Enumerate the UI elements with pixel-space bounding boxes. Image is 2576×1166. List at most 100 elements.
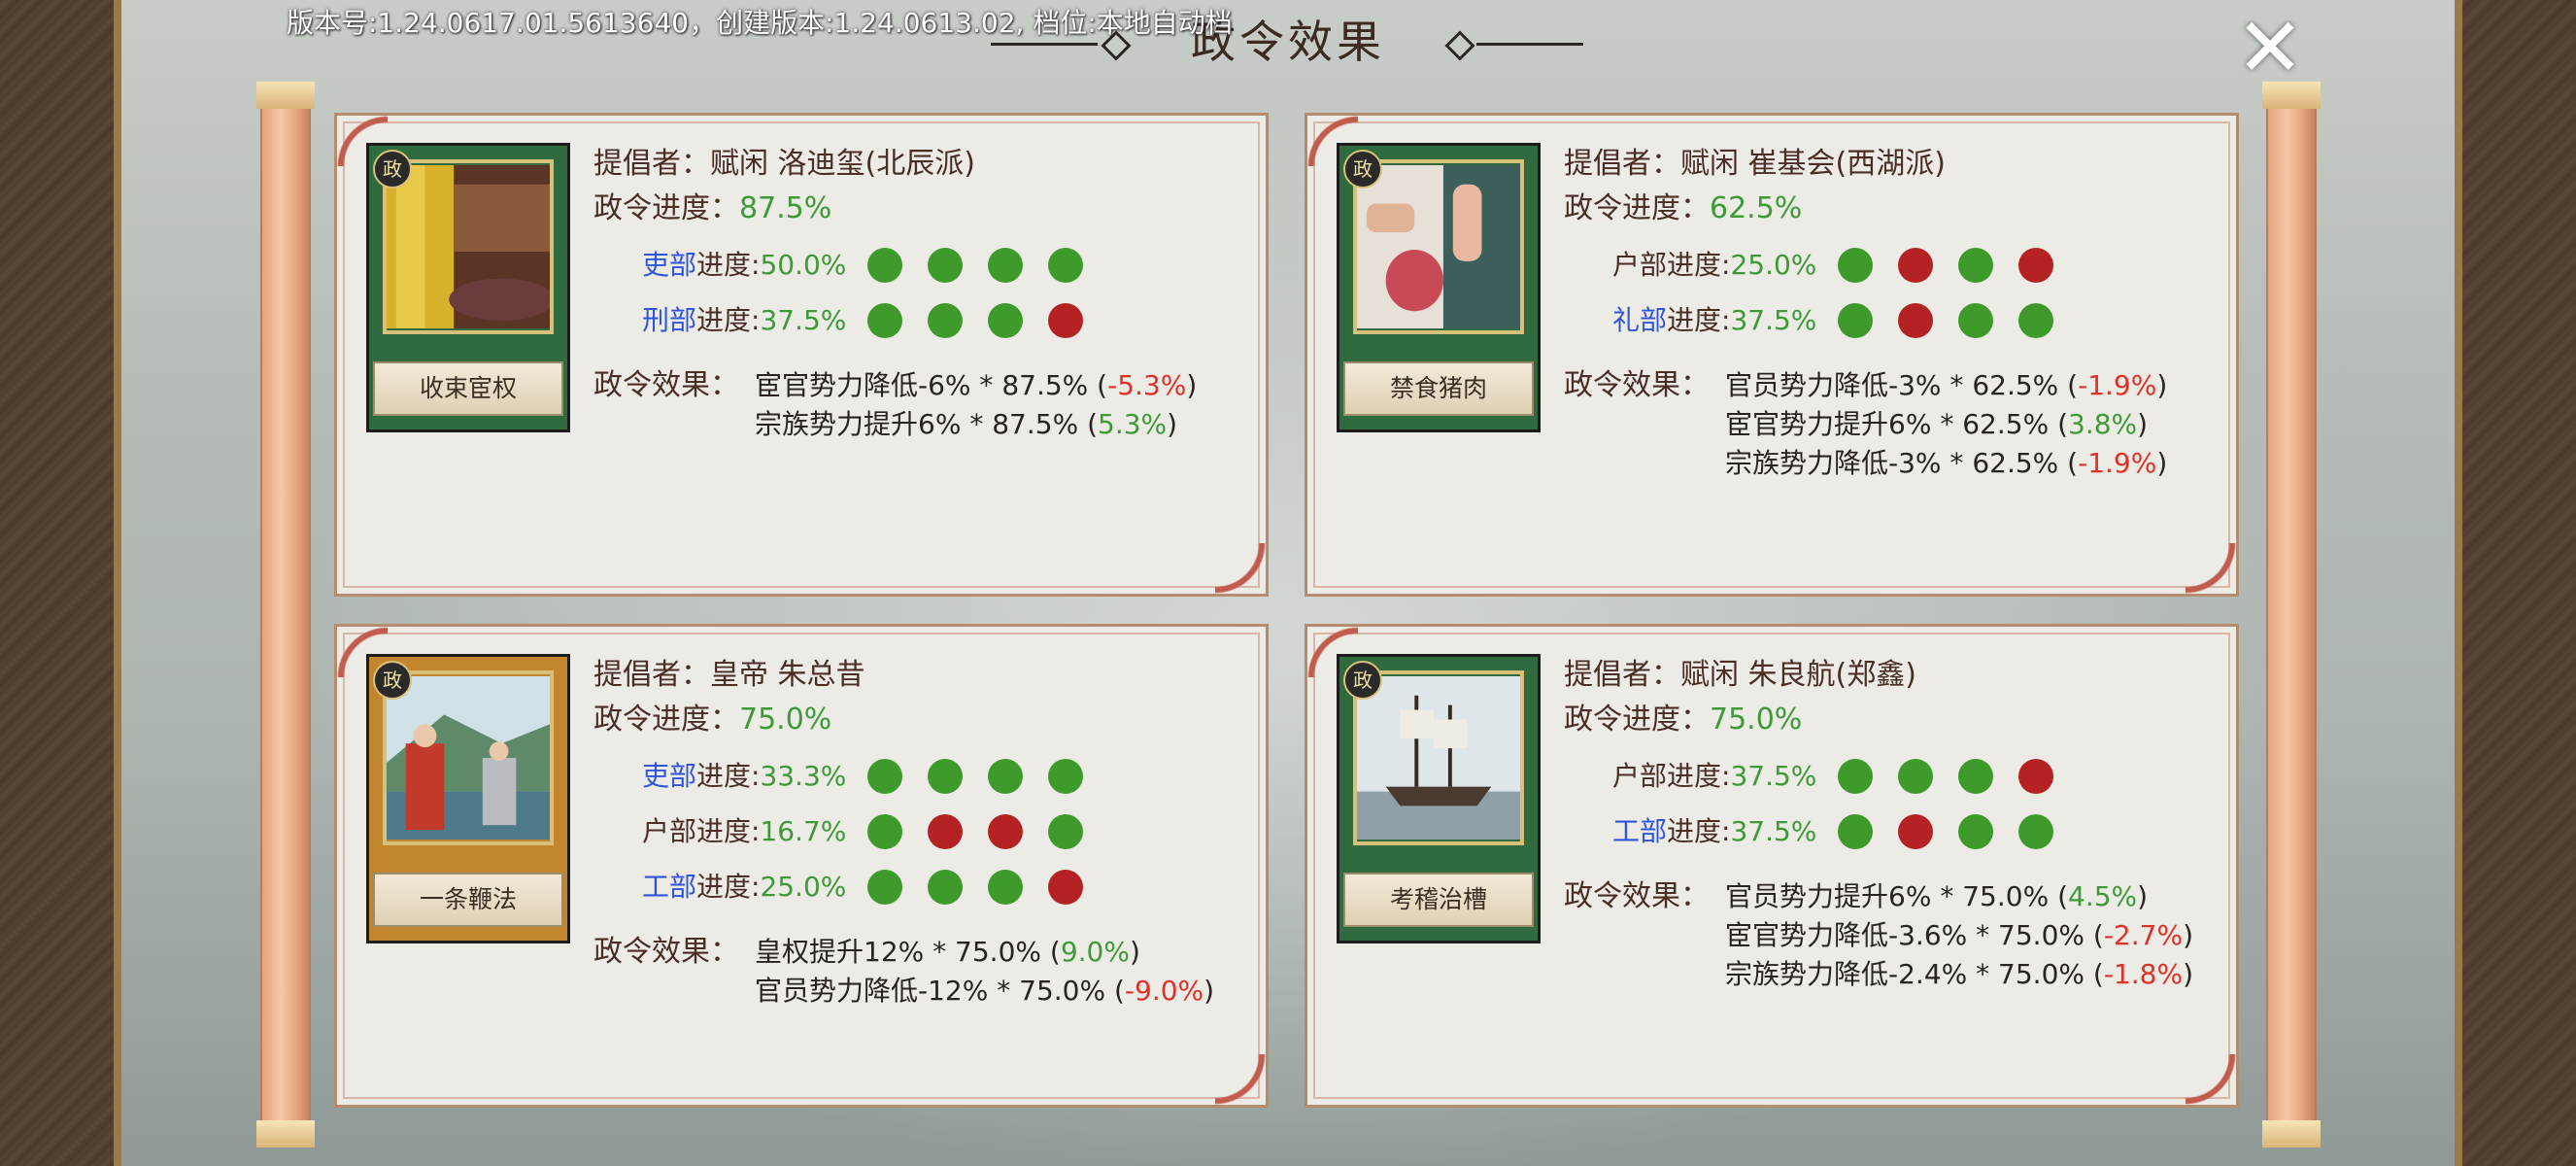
decree-card: 政考稽治槽 提倡者：赋闲 朱良航(郑鑫) 政令进度：75.0% 户部进度:37.5% 工… — [1305, 624, 2239, 1108]
department-name: 工部 — [1612, 815, 1668, 847]
effect-label: 政令效果： — [593, 935, 739, 969]
progress-row: 政令进度：75.0% — [1564, 701, 1802, 739]
oppose-dot-red — [2018, 759, 2053, 794]
close-button[interactable]: ✕ — [2230, 7, 2310, 88]
support-dot-green — [867, 303, 902, 338]
effect-close: ) — [1186, 369, 1198, 401]
proposer-label: 提倡者： — [1564, 147, 1680, 181]
effect-formula: 皇权提升12% * 75.0% ( — [755, 936, 1061, 968]
effect-label: 政令效果： — [1564, 368, 1710, 402]
department-progress-row: 吏部进度:33.3% — [642, 757, 846, 796]
support-dot-green — [2018, 814, 2053, 849]
decree-name: 禁食猪肉 — [1343, 361, 1534, 416]
progress-value: 75.0% — [739, 703, 832, 737]
support-dot-green — [988, 248, 1023, 283]
effect-formula: 官员势力降低-12% * 75.0% ( — [755, 975, 1125, 1007]
department-name: 吏部 — [642, 249, 697, 281]
effect-line: 宗族势力提升6% * 87.5% (5.3%) — [755, 405, 1177, 444]
support-dot-green — [1048, 814, 1083, 849]
progress-value: 87.5% — [739, 191, 832, 225]
support-dot-green — [988, 303, 1023, 338]
effect-close: ) — [2137, 880, 2149, 912]
effect-formula: 宦官势力降低-6% * 87.5% ( — [755, 369, 1108, 401]
decree-name: 考稽治槽 — [1343, 873, 1534, 927]
proposer-row: 提倡者：赋闲 朱良航(郑鑫) — [1564, 656, 1916, 695]
support-dot-green — [1958, 303, 1993, 338]
department-progress-row: 工部进度:25.0% — [642, 868, 846, 907]
support-dot-green — [867, 814, 902, 849]
card-corner-ornament — [2186, 543, 2238, 596]
department-name: 刑部 — [642, 304, 697, 336]
department-progress-value: 37.5% — [760, 304, 847, 336]
effect-formula: 官员势力降低-3% * 62.5% ( — [1725, 369, 2079, 401]
officials-meeting-card-art — [383, 670, 554, 845]
effect-line: 官员势力降低-12% * 75.0% (-9.0%) — [755, 972, 1214, 1011]
effect-close: ) — [2137, 408, 2149, 440]
oppose-dot-red — [988, 814, 1023, 849]
proposer-value: 赋闲 洛迪玺(北辰派) — [710, 147, 975, 181]
department-progress-row: 户部进度:37.5% — [1612, 757, 1816, 796]
effect-result: 3.8% — [2068, 408, 2138, 440]
decree-card: 政一条鞭法 提倡者：皇帝 朱总昔 政令进度：75.0% 吏部进度:33.3% 户部进度:… — [334, 624, 1269, 1108]
decree-name: 收束宦权 — [373, 361, 563, 416]
department-progress-row: 户部进度:25.0% — [1612, 246, 1816, 285]
right-wood-frame — [2455, 0, 2576, 1166]
oppose-dot-red — [1048, 303, 1083, 338]
support-dot-green — [1898, 759, 1933, 794]
effect-line: 官员势力降低-3% * 62.5% (-1.9%) — [1725, 366, 2167, 405]
effect-result: -1.9% — [2078, 447, 2157, 479]
proposer-row: 提倡者：皇帝 朱总昔 — [593, 656, 865, 695]
effect-formula: 官员势力提升6% * 75.0% ( — [1725, 880, 2068, 912]
progress-row: 政令进度：75.0% — [593, 701, 831, 739]
effect-result: -1.9% — [2078, 369, 2157, 401]
progress-label: 政令进度： — [593, 191, 739, 225]
oppose-dot-red — [1898, 814, 1933, 849]
support-dot-green — [2018, 303, 2053, 338]
department-progress-row: 礼部进度:37.5% — [1612, 301, 1816, 340]
left-pillar — [256, 82, 315, 1148]
effect-line: 皇权提升12% * 75.0% (9.0%) — [755, 933, 1140, 972]
decree-card-thumbnail[interactable]: 政收束宦权 — [366, 143, 570, 432]
effect-line: 宗族势力降低-3% * 62.5% (-1.9%) — [1725, 444, 2167, 483]
department-progress-label: 进度: — [696, 304, 761, 336]
version-info: 版本号:1.24.0617.01.5613640，创建版本:1.24.0613.… — [287, 7, 1233, 39]
support-dot-green — [1838, 814, 1873, 849]
support-dot-green — [1958, 814, 1993, 849]
support-dot-green — [988, 759, 1023, 794]
decree-badge-icon: 政 — [1343, 150, 1382, 189]
decree-card-thumbnail[interactable]: 政一条鞭法 — [366, 654, 570, 943]
support-dot-green — [867, 248, 902, 283]
progress-label: 政令进度： — [1564, 191, 1710, 225]
effect-close: ) — [2183, 958, 2194, 990]
decree-name: 一条鞭法 — [373, 873, 563, 927]
support-dot-green — [928, 303, 963, 338]
department-progress-label: 进度: — [696, 760, 761, 792]
effect-label: 政令效果： — [593, 368, 739, 402]
diamond-ornament-right — [1444, 30, 1475, 61]
effect-close: ) — [1129, 936, 1140, 968]
effect-formula: 宦官势力提升6% * 62.5% ( — [1725, 408, 2068, 440]
department-progress-label: 进度: — [1667, 249, 1731, 281]
effect-formula: 宗族势力降低-2.4% * 75.0% ( — [1725, 958, 2104, 990]
title-ornament-left — [991, 43, 1098, 46]
proposer-label: 提倡者： — [593, 147, 710, 181]
proposer-row: 提倡者：赋闲 崔基会(西湖派) — [1564, 145, 1946, 184]
card-corner-ornament — [1215, 543, 1268, 596]
department-progress-row: 刑部进度:37.5% — [642, 301, 846, 340]
effect-result: -2.7% — [2103, 919, 2184, 951]
support-dot-green — [1958, 248, 1993, 283]
decree-card: 政禁食猪肉 提倡者：赋闲 崔基会(西湖派) 政令进度：62.5% 户部进度:25.0%… — [1305, 113, 2239, 597]
proposer-label: 提倡者： — [593, 658, 710, 692]
emperor-robe-card-art — [383, 159, 554, 334]
ship-card-art — [1353, 670, 1524, 845]
title-ornament-right — [1476, 43, 1583, 46]
effect-line: 宦官势力降低-6% * 87.5% (-5.3%) — [755, 366, 1197, 405]
proposer-value: 赋闲 朱良航(郑鑫) — [1680, 658, 1916, 692]
decree-card-thumbnail[interactable]: 政禁食猪肉 — [1337, 143, 1541, 432]
department-progress-value: 50.0% — [760, 249, 847, 281]
effect-result: -9.0% — [1124, 975, 1204, 1007]
support-dot-green — [1838, 248, 1873, 283]
oppose-dot-red — [928, 814, 963, 849]
progress-label: 政令进度： — [593, 703, 739, 737]
decree-card-thumbnail[interactable]: 政考稽治槽 — [1337, 654, 1541, 943]
